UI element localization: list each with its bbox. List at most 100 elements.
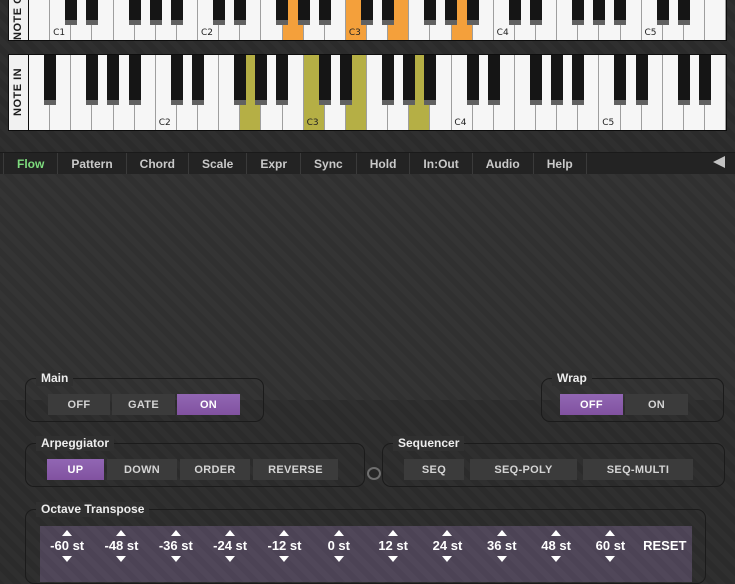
black-key[interactable] (678, 0, 690, 25)
stepper-up-icon[interactable] (116, 530, 126, 536)
black-key[interactable] (445, 0, 457, 25)
octave-value: -48 st (105, 539, 139, 553)
stepper-up-icon[interactable] (225, 530, 235, 536)
tab-flow[interactable]: Flow (3, 153, 58, 174)
black-key[interactable] (361, 0, 373, 25)
arpeggiator-up-button[interactable]: UP (47, 459, 104, 480)
octave-transpose-cell: 12 st (366, 526, 420, 582)
stepper-down-icon[interactable] (605, 556, 615, 562)
stepper-down-icon[interactable] (497, 556, 507, 562)
black-key[interactable] (657, 0, 669, 25)
stepper-down-icon[interactable] (388, 556, 398, 562)
black-key[interactable] (593, 0, 605, 25)
tab-pattern[interactable]: Pattern (58, 153, 126, 174)
black-key[interactable] (382, 0, 394, 25)
stepper-up-icon[interactable] (497, 530, 507, 536)
black-key[interactable] (614, 55, 626, 105)
stepper-down-icon[interactable] (116, 556, 126, 562)
main-on-button[interactable]: ON (177, 394, 240, 415)
stepper-up-icon[interactable] (334, 530, 344, 536)
stepper-down-icon[interactable] (334, 556, 344, 562)
black-key[interactable] (467, 55, 479, 105)
black-key[interactable] (382, 55, 394, 105)
black-key[interactable] (255, 55, 267, 105)
octave-transpose-cell: 48 st (529, 526, 583, 582)
tab-sync[interactable]: Sync (301, 153, 357, 174)
tab-help[interactable]: Help (534, 153, 587, 174)
white-key[interactable] (705, 0, 726, 40)
sequencer-seq-button[interactable]: SEQ (404, 459, 464, 480)
black-key[interactable] (572, 55, 584, 105)
black-key[interactable] (298, 0, 310, 25)
wrap-off-button[interactable]: OFF (560, 394, 623, 415)
black-key[interactable] (509, 0, 521, 25)
black-key[interactable] (467, 0, 479, 25)
collapse-left-arrow-icon[interactable] (713, 156, 725, 168)
black-key[interactable] (276, 0, 288, 25)
octave-reset-button[interactable]: RESET (638, 526, 692, 582)
main-gate-button[interactable]: GATE (112, 394, 175, 415)
tab-hold[interactable]: Hold (357, 153, 411, 174)
wrap-on-button[interactable]: ON (625, 394, 688, 415)
black-key[interactable] (86, 55, 98, 105)
black-key[interactable] (129, 0, 141, 25)
main-off-button[interactable]: OFF (48, 394, 110, 415)
stepper-down-icon[interactable] (551, 556, 561, 562)
arpeggiator-order-button[interactable]: ORDER (180, 459, 250, 480)
black-key[interactable] (424, 55, 436, 105)
arpeggiator-down-button[interactable]: DOWN (107, 459, 177, 480)
black-key[interactable] (65, 0, 77, 25)
black-key[interactable] (150, 0, 162, 25)
note-in-keyboard: NOTE IN C2C3C4C5 (8, 54, 727, 131)
white-key[interactable] (29, 0, 50, 40)
tab-chord[interactable]: Chord (127, 153, 189, 174)
stepper-up-icon[interactable] (605, 530, 615, 536)
stepper-down-icon[interactable] (442, 556, 452, 562)
tab-expr[interactable]: Expr (247, 153, 301, 174)
stepper-down-icon[interactable] (279, 556, 289, 562)
black-key[interactable] (107, 55, 119, 105)
black-key[interactable] (614, 0, 626, 25)
black-key[interactable] (234, 55, 246, 105)
arpeggiator-reverse-button[interactable]: REVERSE (253, 459, 338, 480)
stepper-up-icon[interactable] (171, 530, 181, 536)
black-key[interactable] (192, 55, 204, 105)
black-key[interactable] (171, 0, 183, 25)
octave-transpose-cell: 0 st (312, 526, 366, 582)
stepper-down-icon[interactable] (225, 556, 235, 562)
stepper-up-icon[interactable] (62, 530, 72, 536)
black-key[interactable] (530, 0, 542, 25)
black-key[interactable] (86, 0, 98, 25)
stepper-up-icon[interactable] (551, 530, 561, 536)
black-key[interactable] (678, 55, 690, 105)
black-key[interactable] (424, 0, 436, 25)
stepper-down-icon[interactable] (171, 556, 181, 562)
sequencer-seqmulti-button[interactable]: SEQ-MULTI (583, 459, 693, 480)
black-key[interactable] (234, 0, 246, 25)
stepper-up-icon[interactable] (279, 530, 289, 536)
black-key[interactable] (213, 0, 225, 25)
tab-scale[interactable]: Scale (189, 153, 247, 174)
black-key[interactable] (488, 55, 500, 105)
stepper-up-icon[interactable] (388, 530, 398, 536)
arp-seq-link-indicator[interactable] (367, 467, 381, 480)
black-key[interactable] (530, 55, 542, 105)
black-key[interactable] (340, 55, 352, 105)
black-key[interactable] (171, 55, 183, 105)
black-key[interactable] (636, 55, 648, 105)
black-key[interactable] (572, 0, 584, 25)
black-key[interactable] (319, 55, 331, 105)
black-key[interactable] (276, 55, 288, 105)
black-key[interactable] (129, 55, 141, 105)
tab-audio[interactable]: Audio (473, 153, 534, 174)
sequencer-seqpoly-button[interactable]: SEQ-POLY (470, 459, 577, 480)
black-key[interactable] (699, 55, 711, 105)
black-key[interactable] (403, 55, 415, 105)
stepper-down-icon[interactable] (62, 556, 72, 562)
black-key[interactable] (44, 55, 56, 105)
black-key[interactable] (319, 0, 331, 25)
tab-inout[interactable]: In:Out (410, 153, 472, 174)
arpeggiator-plugin-window: { "keyboards": { "note_out": { "label": … (0, 0, 735, 400)
black-key[interactable] (551, 55, 563, 105)
stepper-up-icon[interactable] (442, 530, 452, 536)
